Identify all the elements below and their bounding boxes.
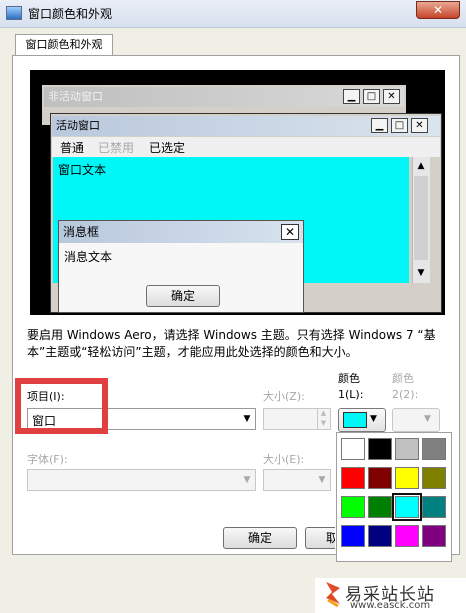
watermark-url: www.easck.com: [350, 600, 431, 611]
font-select[interactable]: [27, 469, 256, 491]
color1-swatch: [343, 412, 367, 428]
size1-spin[interactable]: ▲ ▼: [317, 408, 329, 430]
maximize-icon: □: [391, 118, 408, 133]
chevron-down-icon: ▼: [318, 475, 326, 485]
appearance-window: 窗口颜色和外观 ✕ 窗口颜色和外观 非活动窗口 ▁ □ ✕ 活动窗口 ▁ □ ✕…: [0, 0, 466, 613]
color-swatch[interactable]: [422, 438, 446, 460]
color2-label-index: 2(2):: [392, 388, 419, 401]
chevron-down-icon: ▼: [424, 414, 431, 424]
chevron-down-icon: ▼: [243, 475, 251, 485]
color-swatch[interactable]: [395, 525, 419, 547]
color1-label-index: 1(L):: [338, 388, 364, 401]
tab-window-color[interactable]: 窗口颜色和外观: [15, 34, 113, 56]
size1-label: 大小(Z):: [263, 390, 305, 403]
color2-label: 颜色: [392, 372, 414, 385]
menu-item-normal[interactable]: 普通: [60, 139, 84, 156]
color-swatch[interactable]: [395, 438, 419, 460]
size2-label: 大小(E):: [263, 453, 305, 466]
color2-button[interactable]: [392, 408, 440, 432]
spin-up-icon[interactable]: ▲: [321, 409, 326, 417]
close-icon: ✕: [411, 118, 428, 133]
color-swatch[interactable]: [368, 467, 392, 489]
scroll-thumb[interactable]: [414, 176, 428, 260]
spin-down-icon[interactable]: ▼: [321, 419, 326, 427]
color-swatch[interactable]: [422, 496, 446, 518]
color-swatch[interactable]: [422, 525, 446, 547]
color-swatch[interactable]: [392, 493, 422, 521]
color-swatch[interactable]: [368, 525, 392, 547]
color-swatch[interactable]: [341, 438, 365, 460]
message-text: 消息文本: [64, 250, 113, 264]
color-swatch[interactable]: [395, 467, 419, 489]
message-box-title: 消息框: [59, 221, 303, 243]
highlight-annotation: [15, 378, 108, 434]
color-swatch[interactable]: [368, 496, 392, 518]
color-swatch[interactable]: [368, 438, 392, 460]
ok-button[interactable]: 确定: [223, 527, 297, 549]
color-swatch[interactable]: [422, 467, 446, 489]
scroll-down-icon[interactable]: ▼: [413, 265, 429, 281]
chevron-down-icon: ▼: [370, 414, 377, 424]
scroll-up-icon[interactable]: ▲: [413, 158, 429, 174]
window-text: 窗口文本: [58, 163, 107, 177]
color-swatch[interactable]: [341, 467, 365, 489]
site-logo-icon: [326, 582, 340, 608]
color-swatch[interactable]: [341, 525, 365, 547]
chevron-down-icon[interactable]: ▼: [240, 410, 254, 428]
cancel-button[interactable]: 取: [305, 527, 335, 549]
message-ok-button[interactable]: 确定: [146, 285, 220, 307]
close-icon: ✕: [383, 89, 400, 104]
color-swatch[interactable]: [341, 496, 365, 518]
close-window-button[interactable]: ✕: [416, 1, 460, 19]
window-icon: [6, 6, 22, 20]
menu-item-selected[interactable]: 已选定: [149, 139, 185, 156]
maximize-icon: □: [363, 89, 380, 104]
window-title: 窗口颜色和外观: [28, 7, 113, 21]
minimize-icon: ▁: [343, 89, 360, 104]
aero-description: 要启用 Windows Aero，请选择 Windows 主题。只有选择 Win…: [27, 328, 436, 359]
minimize-icon: ▁: [371, 118, 388, 133]
close-icon: ✕: [281, 224, 299, 240]
font-label: 字体(F):: [27, 453, 68, 466]
color1-label: 颜色: [338, 372, 360, 385]
menu-item-disabled[interactable]: 已禁用: [98, 139, 134, 156]
